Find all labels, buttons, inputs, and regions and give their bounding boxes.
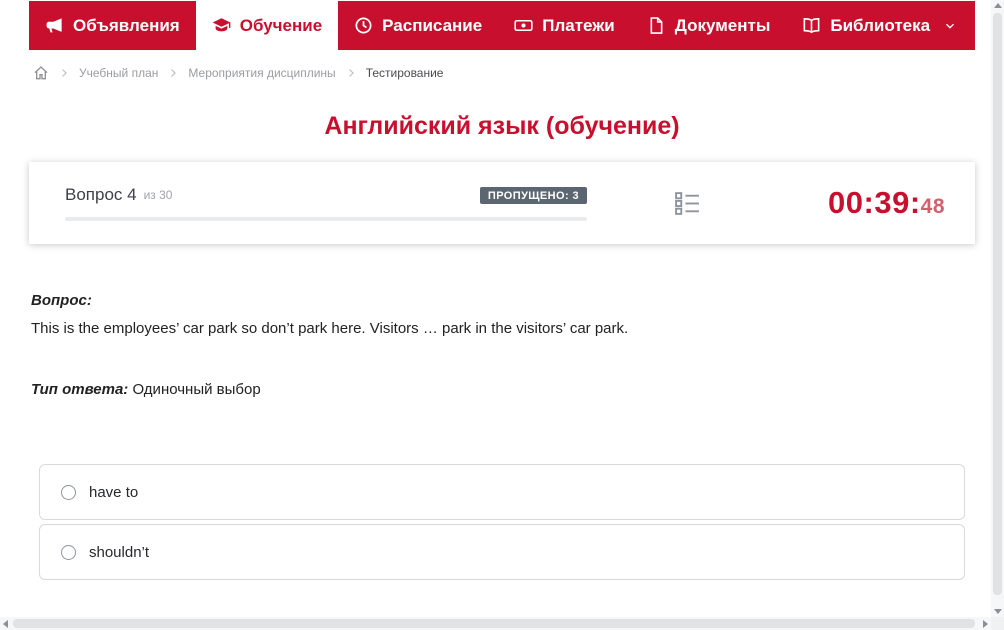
- answer-type-value: Одиночный выбор: [132, 381, 261, 398]
- timer-main: 00:39:: [828, 185, 921, 220]
- scroll-right-arrow-icon[interactable]: [983, 620, 988, 628]
- radio-button-icon[interactable]: [61, 484, 76, 500]
- scroll-up-arrow-icon[interactable]: [994, 3, 1002, 8]
- breadcrumb-item-testing: Тестирование: [365, 66, 444, 80]
- answer-option-1[interactable]: have to: [39, 464, 965, 520]
- answer-type-row: Тип ответа: Одиночный выбор: [31, 381, 973, 398]
- scroll-left-arrow-icon[interactable]: [3, 620, 8, 628]
- breadcrumb: Учебный план Мероприятия дисциплины Тест…: [29, 65, 975, 81]
- nav-item-library[interactable]: Библиотека: [786, 1, 972, 50]
- nav-item-announcements[interactable]: Объявления: [29, 1, 196, 50]
- question-header-card: Вопрос 4 из 30 ПРОПУЩЕНО: 3 00:39:48: [29, 162, 975, 244]
- home-icon[interactable]: [33, 65, 49, 81]
- nav-item-learning[interactable]: Обучение: [195, 1, 339, 50]
- graduation-cap-icon: [212, 16, 231, 35]
- scrollbar-corner: [991, 617, 1004, 630]
- document-icon: [647, 16, 666, 35]
- breadcrumb-item-discipline-events[interactable]: Мероприятия дисциплины: [188, 66, 335, 80]
- question-list-icon[interactable]: [674, 190, 701, 217]
- answer-option-label: have to: [89, 483, 139, 501]
- answer-options: have to shouldn’t: [39, 464, 965, 580]
- chevron-right-icon: [58, 67, 70, 79]
- answer-type-label: Тип ответа:: [31, 381, 129, 398]
- skipped-badge: ПРОПУЩЕНО: 3: [479, 186, 587, 204]
- answer-option-2[interactable]: shouldn’t: [39, 524, 965, 580]
- page-title: Английский язык (обучение): [324, 112, 680, 140]
- question-total: из 30: [143, 188, 173, 202]
- scroll-down-arrow-icon[interactable]: [994, 609, 1002, 614]
- question-text: This is the employees’ car park so don’t…: [31, 320, 629, 337]
- nav-item-label: Библиотека: [830, 15, 931, 35]
- nav-item-payments[interactable]: Платежи: [498, 1, 631, 50]
- nav-item-documents[interactable]: Документы: [631, 1, 787, 50]
- nav-item-label: Обучение: [239, 15, 323, 35]
- timer-seconds: 48: [920, 195, 945, 218]
- nav-item-label: Документы: [674, 15, 771, 35]
- book-icon: [802, 16, 821, 35]
- clock-icon: [354, 16, 373, 35]
- vertical-scrollbar[interactable]: [991, 0, 1004, 617]
- page-container: Объявления Обучение Расписание Платежи Д…: [29, 1, 975, 580]
- nav-item-label: Объявления: [73, 15, 180, 35]
- horizontal-scrollbar-thumb[interactable]: [13, 619, 975, 628]
- banknote-icon: [514, 16, 533, 35]
- breadcrumb-item-curriculum[interactable]: Учебный план: [79, 66, 158, 80]
- chevron-right-icon: [167, 67, 179, 79]
- megaphone-icon: [45, 16, 64, 35]
- progress-bar: [65, 217, 587, 221]
- question-progress-block: Вопрос 4 из 30 ПРОПУЩЕНО: 3: [65, 185, 587, 221]
- answer-option-label: shouldn’t: [89, 543, 150, 561]
- vertical-scrollbar-thumb[interactable]: [993, 13, 1002, 595]
- nav-item-schedule[interactable]: Расписание: [338, 1, 498, 50]
- top-nav: Объявления Обучение Расписание Платежи Д…: [29, 1, 975, 50]
- question-body: Вопрос: This is the employees’ car park …: [29, 292, 975, 398]
- radio-button-icon[interactable]: [61, 544, 76, 560]
- question-number: Вопрос 4: [65, 185, 137, 204]
- chevron-right-icon: [345, 67, 357, 79]
- nav-item-label: Расписание: [382, 15, 483, 35]
- nav-item-label: Платежи: [542, 15, 615, 35]
- chevron-down-icon: [944, 20, 956, 32]
- timer: 00:39:48: [828, 185, 945, 221]
- question-label: Вопрос:: [31, 292, 92, 309]
- horizontal-scrollbar[interactable]: [0, 617, 991, 630]
